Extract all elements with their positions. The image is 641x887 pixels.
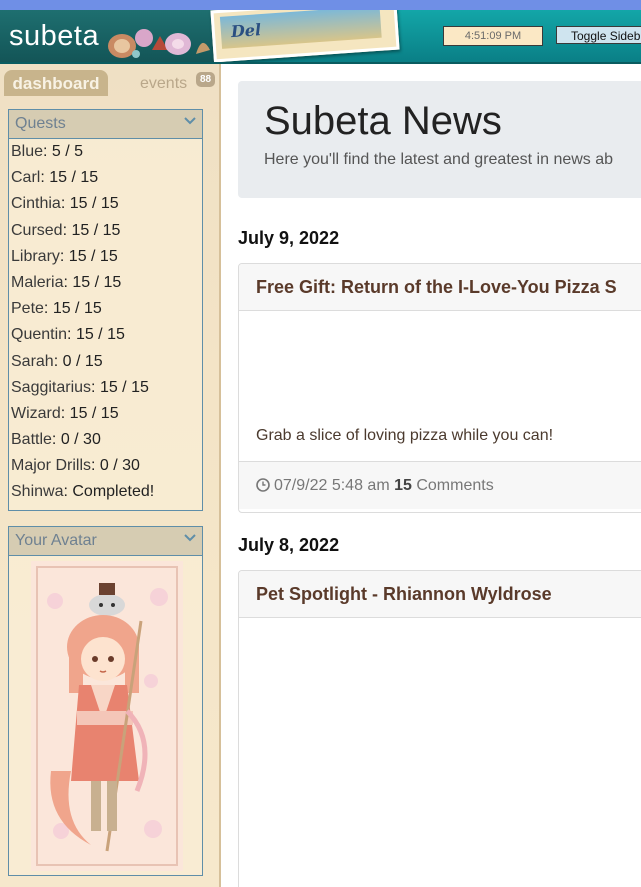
chevron-down-icon[interactable] xyxy=(184,532,196,544)
page-subtitle: Here you'll find the latest and greatest… xyxy=(264,151,614,168)
events-count-badge: 88 xyxy=(196,72,216,87)
site-header: subeta Del 4:51:09 PM Toggle Sideb xyxy=(0,10,641,64)
list-item[interactable]: Pete: 15 / 15 xyxy=(9,296,202,322)
post-title[interactable]: Pet Spotlight - Rhiannon Wyldrose xyxy=(239,571,641,618)
list-item[interactable]: Maleria: 15 / 15 xyxy=(9,270,202,296)
post-timestamp: 07/9/22 5:48 am xyxy=(274,477,390,494)
main-content: Subeta News Here you'll find the latest … xyxy=(221,64,641,887)
quests-title: Quests xyxy=(15,115,66,132)
list-item[interactable]: Major Drills: 0 / 30 xyxy=(9,453,202,479)
tab-dashboard[interactable]: dashboard xyxy=(4,70,108,96)
quests-panel-header[interactable]: Quests xyxy=(9,110,202,139)
banner-card[interactable]: Del xyxy=(210,10,400,62)
avatar-panel-header[interactable]: Your Avatar xyxy=(9,527,202,556)
sidebar-tabs: dashboard events 88 xyxy=(0,64,219,96)
list-item[interactable]: Carl: 15 / 15 xyxy=(9,165,202,191)
quests-panel: Quests Blue: 5 / 5 Carl: 15 / 15 Cinthia… xyxy=(8,109,203,511)
post-text: Grab a slice of loving pizza while you c… xyxy=(256,427,554,444)
list-item[interactable]: Wizard: 15 / 15 xyxy=(9,401,202,427)
clock: 4:51:09 PM xyxy=(443,26,543,46)
comment-count[interactable]: 15 xyxy=(394,477,412,494)
post-date: July 9, 2022 xyxy=(238,228,340,248)
list-item[interactable]: Quentin: 15 / 15 xyxy=(9,322,202,348)
tab-events-label: events xyxy=(140,75,188,92)
news-hero: Subeta News Here you'll find the latest … xyxy=(238,81,641,198)
list-item[interactable]: Blue: 5 / 5 xyxy=(9,139,202,165)
clock-icon xyxy=(256,478,270,492)
banner-word: Del xyxy=(230,20,262,42)
sidebar: dashboard events 88 Quests Blue: 5 / 5 C… xyxy=(0,64,221,887)
comments-link[interactable]: Comments xyxy=(416,477,493,494)
window-top-strip xyxy=(0,0,641,10)
list-item[interactable]: Cursed: 15 / 15 xyxy=(9,218,202,244)
avatar-title: Your Avatar xyxy=(15,532,97,549)
logo[interactable]: subeta xyxy=(0,10,220,62)
chevron-down-icon[interactable] xyxy=(184,115,196,127)
post-date: July 8, 2022 xyxy=(238,535,340,555)
post-footer: 07/9/22 5:48 am 15 Comments xyxy=(239,461,641,509)
list-item[interactable]: Library: 15 / 15 xyxy=(9,244,202,270)
logo-text: subeta xyxy=(9,20,100,52)
post-title[interactable]: Free Gift: Return of the I-Love-You Pizz… xyxy=(239,264,641,311)
list-item[interactable]: Cinthia: 15 / 15 xyxy=(9,191,202,217)
list-item[interactable]: Battle: 0 / 30 xyxy=(9,427,202,453)
tab-events[interactable]: events 88 xyxy=(112,70,216,96)
news-post-card: Free Gift: Return of the I-Love-You Pizz… xyxy=(238,263,641,513)
quest-list: Blue: 5 / 5 Carl: 15 / 15 Cinthia: 15 / … xyxy=(9,139,202,506)
list-item[interactable]: Saggitarius: 15 / 15 xyxy=(9,375,202,401)
avatar-image[interactable] xyxy=(31,561,183,871)
toggle-sidebar-button[interactable]: Toggle Sideb xyxy=(556,26,641,44)
list-item[interactable]: Shinwa: Completed! xyxy=(9,479,202,505)
page-title: Subeta News xyxy=(264,99,502,143)
avatar-panel: Your Avatar xyxy=(8,526,203,876)
post-body: Grab a slice of loving pizza while you c… xyxy=(239,311,641,461)
list-item[interactable]: Sarah: 0 / 15 xyxy=(9,349,202,375)
shells-decoration-icon xyxy=(108,29,210,58)
news-post-card: Pet Spotlight - Rhiannon Wyldrose xyxy=(238,570,641,887)
